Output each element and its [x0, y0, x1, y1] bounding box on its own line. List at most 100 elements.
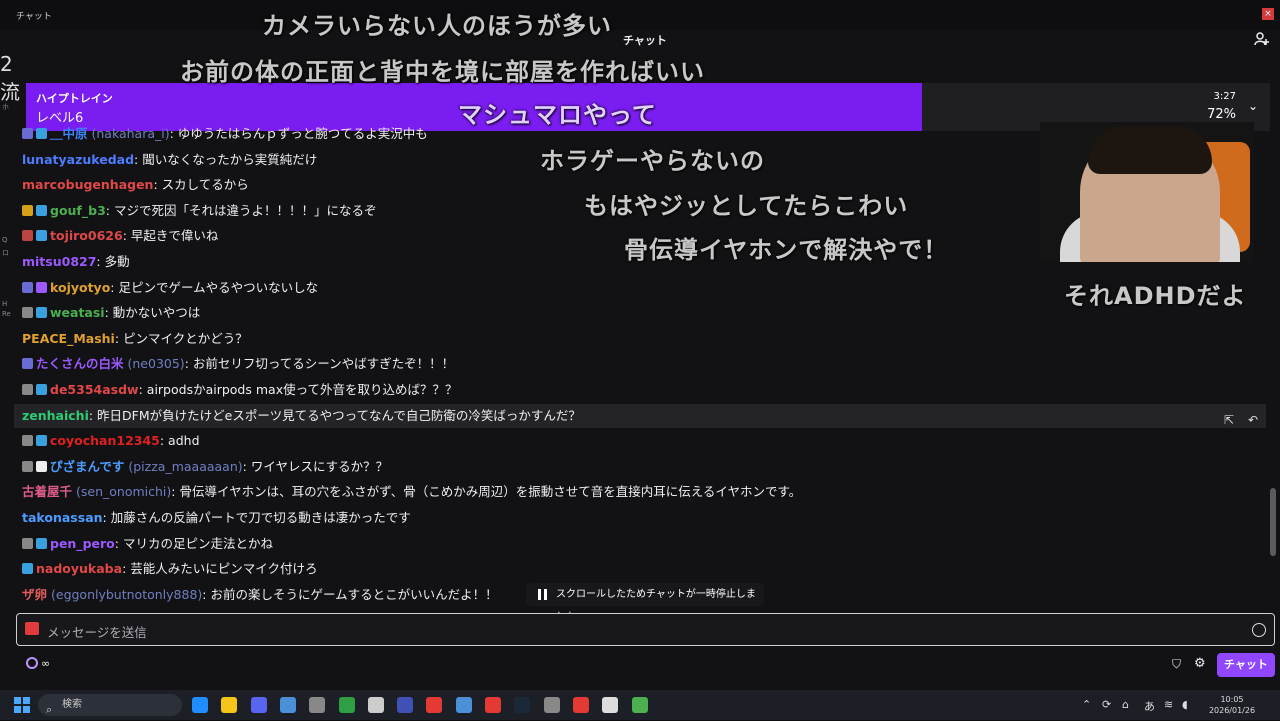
chat-scrollbar[interactable] [1270, 488, 1276, 556]
taskbar-search[interactable]: ⌕ 検索 [38, 694, 182, 716]
camera-icon[interactable] [25, 622, 39, 635]
taskbar-app-icon[interactable] [602, 697, 619, 713]
badge-icon[interactable] [22, 358, 33, 370]
taskbar-app-icon[interactable] [631, 697, 648, 713]
chat-message[interactable]: nadoyukaba: 芸能人みたいにピンマイク付けろ [22, 557, 318, 581]
system-tray: ⌃ ⟳ ⌂ あ ≋ ◖ 10:05 2026/01/26 [1070, 690, 1270, 720]
chat-username[interactable]: gouf_b3 [50, 203, 106, 218]
overlay-caption: 骨伝導イヤホンで解決やで！ [624, 236, 949, 264]
chat-username[interactable]: de5354asdw [50, 382, 139, 397]
close-button[interactable]: × [1262, 8, 1274, 20]
chat-message[interactable]: coyochan12345: adhd [22, 429, 200, 453]
taskbar-app-icon[interactable] [279, 697, 296, 713]
chat-username[interactable]: lunatyazukedad [22, 152, 134, 167]
badge-icon[interactable] [36, 281, 47, 293]
sync-icon[interactable]: ⟳ [1102, 698, 1111, 711]
taskbar-app-icon[interactable] [309, 697, 326, 713]
badge-icon[interactable] [36, 307, 47, 319]
chat-input[interactable]: メッセージを送信 [16, 613, 1275, 646]
badge-icon[interactable] [22, 384, 33, 395]
chat-username[interactable]: marcobugenhagen [22, 177, 153, 192]
badge-icon[interactable] [22, 563, 33, 575]
chat-username[interactable]: ＿中原 [50, 126, 88, 141]
badge-icon[interactable] [36, 384, 47, 395]
chat-message[interactable]: de5354asdw: airpodsかairpods max使って外音を取り込… [22, 378, 457, 402]
chat-message[interactable]: 古着屋千 (sen_onomichi): 骨伝導イヤホンは、耳の穴をふさがず、骨… [22, 480, 801, 504]
chat-login: (pizza_maaaaaan) [128, 458, 243, 474]
badge-icon[interactable] [22, 307, 33, 319]
taskbar-app-icon[interactable] [192, 697, 208, 713]
chat-message[interactable]: ぴざまんです (pizza_maaaaaan): ワイヤレスにするか？？ [22, 455, 388, 479]
chat-username[interactable]: ザ卵 [22, 587, 47, 602]
chat-message[interactable]: PEACE_Mashi: ピンマイクとかどう？ [22, 327, 248, 351]
emoji-icon[interactable] [1252, 623, 1266, 637]
badge-icon[interactable] [36, 204, 47, 216]
badge-icon[interactable] [36, 537, 47, 549]
chat-message[interactable]: zenhaichi: 昨日DFMが負けたけどeスポーツ見てるやつってなんで自己防… [14, 403, 1266, 428]
send-chat-button[interactable]: チャット [1217, 653, 1275, 677]
network-icon[interactable]: ⌂ [1122, 698, 1129, 711]
chat-username[interactable]: たくさんの白米 [36, 356, 124, 371]
chat-username[interactable]: PEACE_Mashi [22, 331, 115, 346]
badge-icon[interactable] [22, 435, 33, 447]
chevron-up-icon[interactable]: ⌃ [1082, 698, 1091, 711]
badge-icon[interactable] [36, 435, 47, 447]
chat-username[interactable]: nadoyukaba [36, 561, 122, 576]
ime-indicator[interactable]: あ [1144, 698, 1155, 714]
taskbar-app-icon[interactable] [426, 697, 443, 713]
chat-message[interactable]: marcobugenhagen: スカしてるから [22, 173, 249, 197]
chat-message[interactable]: たくさんの白米 (ne0305): お前セリフ切ってるシーンやばすぎたぞ！！！ [22, 352, 454, 376]
taskbar-app-icon[interactable] [397, 697, 414, 713]
badge-icon[interactable] [22, 537, 33, 549]
badge-icon[interactable] [22, 230, 33, 242]
chat-message[interactable]: mitsu0827: 多動 [22, 250, 130, 274]
chat-username[interactable]: weatasi [50, 305, 105, 320]
clock[interactable]: 10:05 2026/01/26 [1202, 694, 1262, 716]
badge-icon[interactable] [36, 460, 47, 472]
reply-icon[interactable]: ↶ [1248, 413, 1258, 427]
chat-username[interactable]: ぴざまんです [50, 459, 124, 474]
badge-icon[interactable] [22, 128, 33, 139]
chat-username[interactable]: takonassan [22, 510, 103, 525]
taskbar-app-icon[interactable] [250, 697, 267, 713]
chat-message[interactable]: gouf_b3: マジで死因「それは違うよ！！！！」になるぞ [22, 199, 376, 223]
users-icon[interactable] [1254, 31, 1270, 47]
speaker-icon[interactable]: ◖ [1182, 698, 1188, 711]
chat-message[interactable]: lunatyazukedad: 聞いなくなったから実質純だけ [22, 148, 317, 172]
chat-username[interactable]: tojiro0626 [50, 228, 123, 243]
chat-message[interactable]: kojyotyo: 足ピンでゲームやるやついないしな [22, 276, 318, 300]
chat-message[interactable]: ＿中原 (nakahara_i): ゆゆうたはらんｐずっと腕つてるよ実況中も [22, 126, 428, 146]
chat-username[interactable]: mitsu0827 [22, 254, 96, 269]
taskbar-app-icon[interactable] [455, 697, 472, 713]
shield-icon[interactable]: ⛉ [1172, 657, 1181, 672]
taskbar-app-icon[interactable] [514, 697, 531, 713]
chat-message[interactable]: takonassan: 加藤さんの反論パートで刀で切る動きは凄かったです [22, 506, 411, 530]
badge-icon[interactable] [22, 281, 33, 293]
taskbar-app-icon[interactable] [367, 697, 384, 713]
chat-message[interactable]: weatasi: 動かないやつは [22, 301, 200, 325]
taskbar-app-icon[interactable] [338, 697, 355, 713]
windows-start-icon[interactable] [14, 697, 30, 713]
badge-icon[interactable] [22, 460, 33, 472]
wifi-icon[interactable]: ≋ [1164, 698, 1173, 711]
badge-icon[interactable] [22, 204, 33, 216]
pin-icon[interactable]: ⇱ [1224, 413, 1234, 427]
chat-username[interactable]: zenhaichi [22, 408, 89, 423]
badge-icon[interactable] [36, 128, 47, 139]
chat-username[interactable]: pen_pero [50, 536, 115, 551]
taskbar-app-icon[interactable] [221, 697, 238, 713]
chat-paused-notice[interactable]: スクロールしたためチャットが一時停止しました [526, 583, 764, 623]
chat-username[interactable]: coyochan12345 [50, 433, 160, 448]
gear-icon[interactable]: ⚙ [1194, 656, 1206, 671]
chat-message[interactable]: ザ卵 (eggonlybutnotonly888): お前の楽しそうにゲームする… [22, 583, 498, 607]
chat-message[interactable]: pen_pero: マリカの足ピン走法とかね [22, 532, 273, 556]
channel-points-button[interactable]: ∞ [26, 657, 50, 670]
taskbar-app-icon[interactable] [543, 697, 560, 713]
chat-username[interactable]: kojyotyo [50, 280, 110, 295]
badge-icon[interactable] [36, 230, 47, 242]
chat-username[interactable]: 古着屋千 [22, 484, 72, 499]
chat-message[interactable]: tojiro0626: 早起きで偉いね [22, 224, 218, 248]
taskbar-app-icon[interactable] [485, 697, 501, 713]
taskbar-app-icon[interactable] [572, 697, 589, 713]
chevron-down-icon[interactable]: ⌄ [1248, 99, 1258, 113]
